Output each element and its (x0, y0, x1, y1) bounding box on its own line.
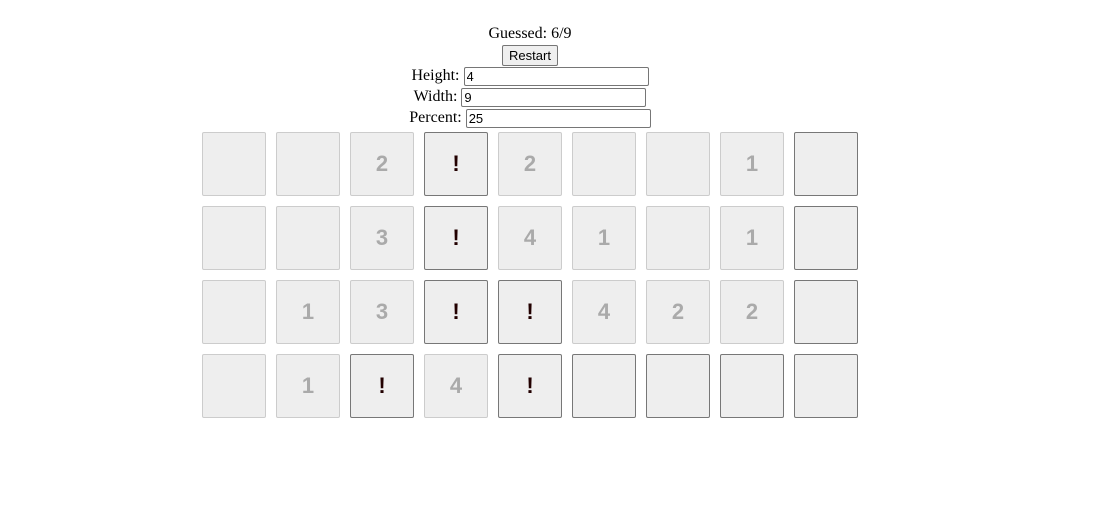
revealed-cell: 1 (572, 206, 636, 270)
revealed-cell (276, 132, 340, 196)
controls: Guessed: 6/9 Restart Height: Width: Perc… (0, 24, 1060, 129)
flagged-cell[interactable]: ! (498, 354, 562, 418)
hidden-cell[interactable] (720, 354, 784, 418)
revealed-cell: 2 (646, 280, 710, 344)
width-label: Width: (413, 88, 458, 105)
revealed-cell: 3 (350, 206, 414, 270)
revealed-cell: 1 (720, 206, 784, 270)
hidden-cell[interactable] (794, 280, 858, 344)
revealed-cell (572, 132, 636, 196)
revealed-cell (202, 132, 266, 196)
revealed-cell (202, 354, 266, 418)
restart-button[interactable]: Restart (502, 45, 558, 66)
game-board: 2! 2 1 3! 4 1 1 1 3!! 4 2 2 1! 4! (202, 132, 858, 418)
percent-label: Percent: (409, 109, 462, 126)
hidden-cell[interactable] (794, 132, 858, 196)
hidden-cell[interactable] (794, 206, 858, 270)
revealed-cell: 2 (720, 280, 784, 344)
hidden-cell[interactable] (646, 354, 710, 418)
hidden-cell[interactable] (794, 354, 858, 418)
revealed-cell: 1 (276, 280, 340, 344)
flagged-cell[interactable]: ! (424, 132, 488, 196)
width-input[interactable] (461, 87, 647, 107)
revealed-cell: 4 (424, 354, 488, 418)
hidden-cell[interactable] (572, 354, 636, 418)
revealed-cell: 1 (720, 132, 784, 196)
revealed-cell: 2 (350, 132, 414, 196)
revealed-cell: 1 (276, 354, 340, 418)
revealed-cell (646, 206, 710, 270)
revealed-cell (276, 206, 340, 270)
revealed-cell (646, 132, 710, 196)
guessed-value: 6/9 (551, 25, 572, 42)
revealed-cell: 4 (498, 206, 562, 270)
height-input[interactable] (463, 66, 649, 86)
revealed-cell (202, 206, 266, 270)
flagged-cell[interactable]: ! (350, 354, 414, 418)
guessed-status: Guessed: 6/9 (0, 24, 1060, 45)
guessed-label: Guessed: (488, 25, 548, 42)
flagged-cell[interactable]: ! (424, 280, 488, 344)
revealed-cell: 4 (572, 280, 636, 344)
percent-input[interactable] (465, 108, 651, 128)
height-label: Height: (411, 67, 460, 84)
revealed-cell: 3 (350, 280, 414, 344)
revealed-cell: 2 (498, 132, 562, 196)
flagged-cell[interactable]: ! (424, 206, 488, 270)
flagged-cell[interactable]: ! (498, 280, 562, 344)
revealed-cell (202, 280, 266, 344)
